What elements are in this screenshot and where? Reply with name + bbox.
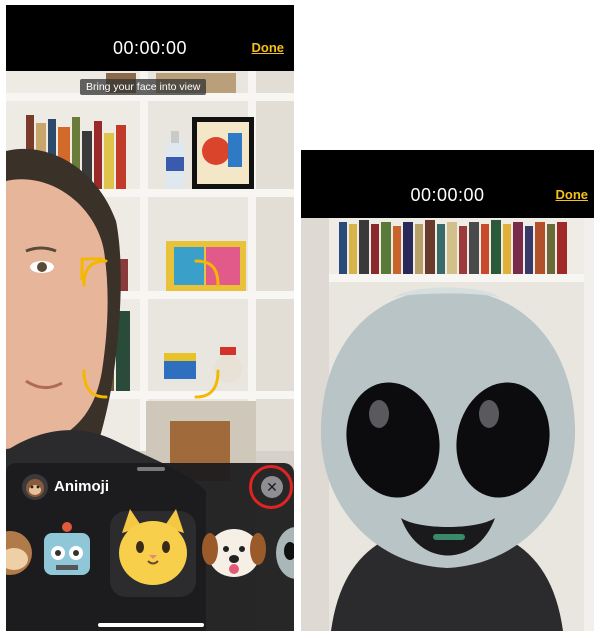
left-screen: 00:00:00 Done Bring your face into view …	[6, 5, 294, 631]
done-button-right[interactable]: Done	[556, 187, 589, 202]
alien-preview-scene	[301, 218, 594, 631]
dog-character-icon[interactable]	[202, 529, 266, 577]
robot-character-icon[interactable]	[44, 522, 90, 575]
home-indicator	[98, 623, 204, 627]
monkey-icon	[22, 474, 48, 500]
alien-character-icon[interactable]	[276, 527, 294, 579]
sheet-grabber[interactable]	[137, 467, 165, 471]
face-hint-label: Bring your face into view	[80, 79, 207, 95]
animoji-preview	[301, 218, 594, 631]
recording-timer-right: 00:00:00	[410, 185, 485, 205]
cat-character-icon[interactable]	[119, 509, 187, 585]
animoji-sheet: Animoji ✕	[6, 463, 294, 631]
top-bar-right: 00:00:00 Done	[301, 150, 594, 218]
done-button[interactable]: Done	[252, 40, 285, 55]
sheet-title: Animoji	[54, 478, 109, 495]
monkey-character-icon[interactable]	[6, 531, 32, 575]
right-screen: 00:00:00 Done	[301, 150, 594, 631]
character-carousel	[6, 509, 294, 585]
top-bar: 00:00:00 Done	[6, 5, 294, 71]
